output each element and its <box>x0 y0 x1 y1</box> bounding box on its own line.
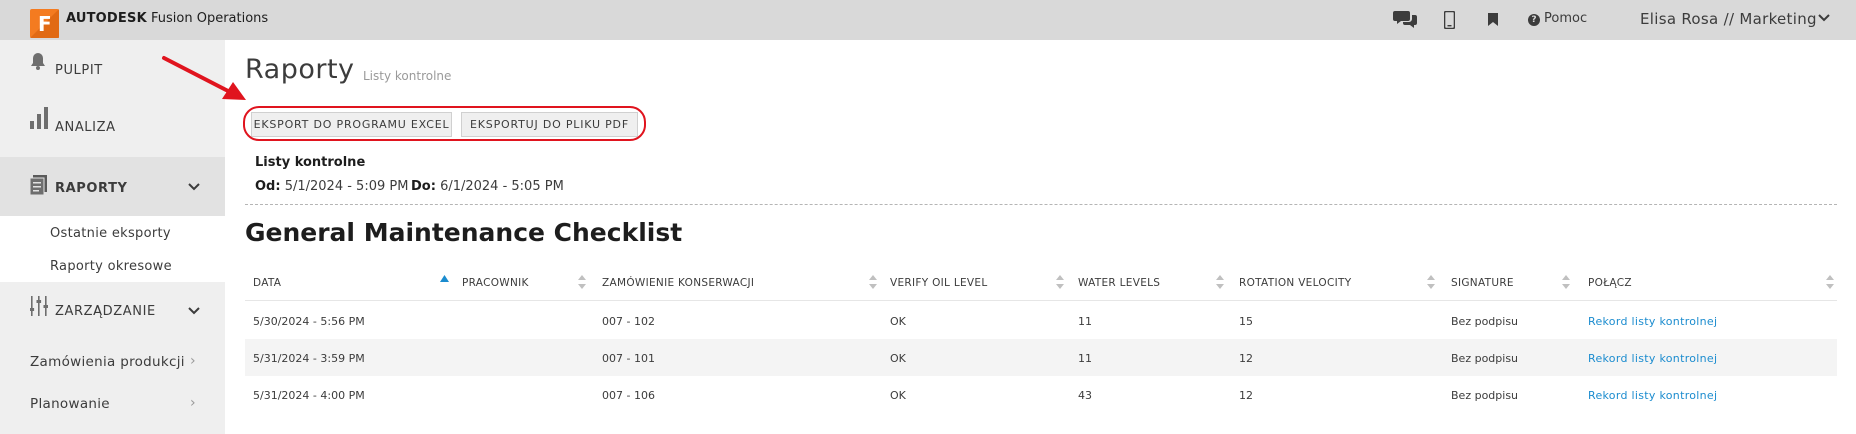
cell-water-levels: 11 <box>1078 352 1092 365</box>
table-row[interactable]: 5/31/2024 - 4:00 PM 007 - 106 OK 43 12 B… <box>245 376 1837 413</box>
cell-signature: Bez podpisu <box>1451 315 1519 328</box>
help-link[interactable]: ? Pomoc <box>1528 11 1587 26</box>
chevron-right-icon: › <box>190 353 196 369</box>
column-header-water-levels[interactable]: WATER LEVELS <box>1078 277 1160 289</box>
column-header-signature[interactable]: SIGNATURE <box>1451 277 1514 289</box>
sidebar-subitem-recent-exports[interactable]: Ostatnie eksporty <box>50 226 171 241</box>
column-header-pracownik[interactable]: PRACOWNIK <box>462 277 529 289</box>
cell-rotation-velocity: 12 <box>1239 389 1253 402</box>
sort-icon[interactable] <box>578 275 586 289</box>
sort-icon[interactable] <box>1216 275 1224 289</box>
cell-rotation-velocity: 15 <box>1239 315 1253 328</box>
sliders-icon <box>30 296 48 316</box>
sidebar-subitem-periodic-reports[interactable]: Raporty okresowe <box>50 259 172 274</box>
report-icon <box>30 175 47 195</box>
red-arrow-annotation <box>162 56 246 100</box>
sidebar-item-planowanie[interactable]: Planowanie › <box>0 384 225 426</box>
cell-data: 5/31/2024 - 3:59 PM <box>253 352 365 365</box>
filter-to-value: 6/1/2024 - 5:05 PM <box>440 179 564 194</box>
filter-from: Od: 5/1/2024 - 5:09 PM <box>255 179 408 194</box>
cell-signature: Bez podpisu <box>1451 352 1519 365</box>
app-brand[interactable]: AUTODESK Fusion Operations <box>66 11 268 26</box>
sidebar-item-zarzadzanie[interactable]: ZARZĄDZANIE <box>0 282 225 342</box>
sidebar-label-zarzadzanie: ZARZĄDZANIE <box>55 304 156 319</box>
bar-chart-icon <box>30 107 48 129</box>
cell-water-levels: 11 <box>1078 315 1092 328</box>
cell-oil-level: OK <box>890 352 906 365</box>
sort-icon[interactable] <box>869 275 877 289</box>
table-row[interactable]: 5/30/2024 - 5:56 PM 007 - 102 OK 11 15 B… <box>245 302 1837 339</box>
table-header-divider <box>245 300 1837 301</box>
sort-asc-icon[interactable] <box>440 275 449 283</box>
cell-signature: Bez podpisu <box>1451 389 1519 402</box>
page-title: Raporty <box>245 54 355 85</box>
sidebar-label-zamowienia-produkcji: Zamówienia produkcji <box>30 354 185 370</box>
table-title: General Maintenance Checklist <box>245 218 683 247</box>
sidebar-label-raporty: RAPORTY <box>55 181 128 196</box>
mobile-icon[interactable] <box>1444 11 1455 29</box>
brand-rest: Fusion Operations <box>151 11 269 26</box>
sidebar-label-planowanie: Planowanie <box>30 396 110 412</box>
cell-oil-level: OK <box>890 389 906 402</box>
column-header-oil-level[interactable]: VERIFY OIL LEVEL <box>890 277 988 289</box>
sidebar-item-analiza[interactable]: ANALIZA <box>0 96 225 154</box>
cell-zamowienie: 007 - 106 <box>602 389 655 402</box>
sort-icon[interactable] <box>1826 275 1834 289</box>
logo-letter: F <box>38 12 52 36</box>
column-header-polacz[interactable]: POŁĄCZ <box>1588 277 1632 289</box>
column-header-rotation-velocity[interactable]: ROTATION VELOCITY <box>1239 277 1351 289</box>
cell-water-levels: 43 <box>1078 389 1092 402</box>
sidebar-label-pulpit: PULPIT <box>55 63 103 78</box>
help-label: Pomoc <box>1544 11 1588 26</box>
sidebar-item-raporty[interactable]: RAPORTY <box>0 157 225 216</box>
filter-from-label: Od: <box>255 179 281 194</box>
bell-icon <box>31 53 45 70</box>
sidebar-item-zamowienia-produkcji[interactable]: Zamówienia produkcji › <box>0 342 225 384</box>
cell-oil-level: OK <box>890 315 906 328</box>
sort-icon[interactable] <box>1056 275 1064 289</box>
cell-zamowienie: 007 - 102 <box>602 315 655 328</box>
checklist-record-link[interactable]: Rekord listy kontrolnej <box>1588 389 1717 402</box>
chevron-down-icon[interactable] <box>188 307 200 315</box>
sidebar-label-analiza: ANALIZA <box>55 120 116 135</box>
cell-data: 5/31/2024 - 4:00 PM <box>253 389 365 402</box>
filter-to-label: Do: <box>411 179 436 194</box>
cell-zamowienie: 007 - 101 <box>602 352 655 365</box>
column-header-data[interactable]: DATA <box>253 277 281 289</box>
column-header-zamowienie[interactable]: ZAMÓWIENIE KONSERWACJI <box>602 277 754 289</box>
filter-to: Do: 6/1/2024 - 5:05 PM <box>411 179 564 194</box>
divider <box>245 204 1837 205</box>
chat-icon[interactable] <box>1393 9 1417 29</box>
bookmark-icon[interactable] <box>1488 13 1498 26</box>
chevron-right-icon: › <box>190 395 196 411</box>
table-row[interactable]: 5/31/2024 - 3:59 PM 007 - 101 OK 11 12 B… <box>245 339 1837 376</box>
checklist-record-link[interactable]: Rekord listy kontrolnej <box>1588 315 1717 328</box>
top-bar: F AUTODESK Fusion Operations ? Pomoc Elis… <box>0 0 1856 40</box>
filter-from-value: 5/1/2024 - 5:09 PM <box>284 179 409 194</box>
sort-icon[interactable] <box>1427 275 1435 289</box>
chevron-down-icon[interactable] <box>188 183 200 191</box>
highlight-annotation <box>243 106 646 141</box>
cell-data: 5/30/2024 - 5:56 PM <box>253 315 365 328</box>
sort-icon[interactable] <box>1562 275 1570 289</box>
checklist-record-link[interactable]: Rekord listy kontrolnej <box>1588 352 1717 365</box>
page-subtitle: Listy kontrolne <box>363 69 452 83</box>
chevron-down-icon[interactable] <box>1818 14 1830 22</box>
autodesk-logo[interactable]: F <box>30 9 59 38</box>
cell-rotation-velocity: 12 <box>1239 352 1253 365</box>
brand-bold: AUTODESK <box>66 11 147 26</box>
help-icon: ? <box>1528 14 1540 26</box>
filter-title: Listy kontrolne <box>255 155 366 170</box>
sidebar-submenu-raporty: Ostatnie eksporty Raporty okresowe <box>0 216 225 282</box>
user-menu[interactable]: Elisa Rosa // Marketing <box>1640 10 1817 28</box>
